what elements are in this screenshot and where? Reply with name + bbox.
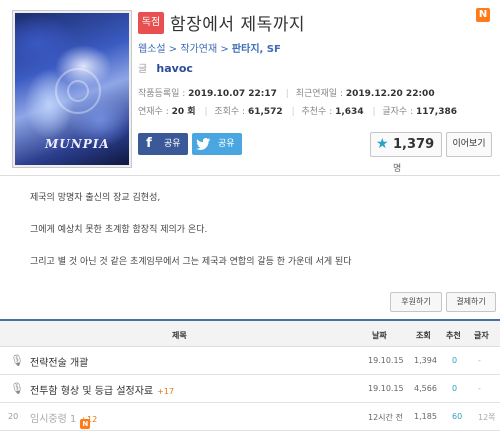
pay-button[interactable]: 결제하기 — [446, 292, 496, 312]
star-icon: ★ — [376, 136, 389, 152]
facebook-share-button[interactable]: f 공유 — [138, 133, 188, 155]
meta-separator: | — [372, 107, 376, 117]
recommend-count: 1,379 — [393, 137, 435, 152]
cover-logo: MUNPIA — [45, 137, 110, 151]
section-divider — [0, 175, 500, 176]
episode-date: 19.10.15 — [368, 384, 404, 393]
episode-title[interactable]: 임시중령 1N+12 — [30, 410, 97, 429]
new-icon: N — [476, 8, 490, 22]
episodes-label: 연재수 : — [138, 107, 169, 117]
comment-count: +17 — [157, 387, 175, 396]
description-line: 그리고 별 것 아닌 것 같은 초계임무에서 그는 제국과 연합의 갈등 한 가… — [30, 257, 352, 267]
episode-number: 20 — [8, 412, 19, 421]
episode-date: 12시간 전 — [368, 413, 403, 422]
meta-dates: 작품등록일 : 2019.10.07 22:17 | 최근연재일 : 2019.… — [138, 86, 437, 99]
meta-stats: 연재수 : 20 회 | 조회수 : 61,572 | 추천수 : 1,634 … — [138, 104, 459, 117]
episode-date: 19.10.15 — [368, 356, 404, 365]
recs-value: 1,634 — [335, 107, 364, 117]
first-date-value: 2019.10.07 22:17 — [188, 89, 277, 99]
description-line: 그에게 예상치 못한 초계함 함장직 제의가 온다. — [30, 225, 208, 235]
microphone-icon: 🎙 — [10, 382, 24, 395]
header-date: 날짜 — [372, 331, 387, 340]
breadcrumb-section[interactable]: 작가연재 — [180, 44, 217, 55]
last-date-value: 2019.12.20 22:00 — [345, 89, 435, 99]
recommend-unit: 명 — [393, 164, 402, 174]
novel-title: 함장에서 제독까지 — [170, 15, 306, 35]
episode-table: 제목 날짜 조회 추천 글자 🎙 전략전술 개괄 19.10.15 1,394 … — [0, 319, 500, 431]
episode-chars: 12쪽 — [478, 413, 496, 422]
recommend-button[interactable]: ★ 1,379 명 — [370, 132, 442, 174]
meta-separator: | — [291, 107, 295, 117]
facebook-share-label: 공유 — [164, 139, 181, 149]
book-cover[interactable]: MUNPIA — [12, 10, 132, 168]
breadcrumb-site[interactable]: 웹소설 — [138, 44, 166, 55]
header-recs: 추천 — [446, 331, 461, 340]
episode-recs: 0 — [452, 356, 458, 365]
microphone-icon: 🎙 — [10, 354, 24, 367]
meta-separator: | — [285, 89, 289, 99]
episode-views: 1,394 — [414, 356, 437, 365]
table-row[interactable]: 20 임시중령 1N+12 12시간 전 1,185 60 12쪽 — [0, 403, 500, 431]
facebook-icon: f — [146, 136, 152, 151]
breadcrumb-separator: > — [168, 44, 181, 55]
continue-reading-button[interactable]: 이어보기 — [446, 132, 492, 157]
episode-chars: - — [478, 384, 481, 393]
episodes-value: 20 회 — [171, 107, 196, 117]
breadcrumb-separator: > — [220, 44, 232, 55]
twitter-bird-icon — [192, 133, 214, 155]
views-value: 61,572 — [247, 107, 283, 117]
episode-views: 1,185 — [414, 412, 437, 421]
header-chars: 글자 — [474, 331, 489, 340]
header-views: 조회 — [416, 331, 431, 340]
twitter-share-button[interactable]: 공유 — [192, 133, 242, 155]
table-row[interactable]: 🎙 전략전술 개괄 19.10.15 1,394 0 - — [0, 347, 500, 375]
sponsor-button[interactable]: 후원하기 — [390, 292, 442, 312]
new-icon: N — [80, 419, 91, 429]
episode-recs: 60 — [452, 412, 463, 421]
recs-label: 추천수 : — [301, 107, 333, 117]
meta-separator: | — [204, 107, 208, 117]
episode-title[interactable]: 전략전술 개괄 — [30, 354, 88, 369]
cover-image: MUNPIA — [15, 13, 129, 165]
breadcrumb-genres[interactable]: 판타지, SF — [232, 44, 281, 55]
last-date-label: 최근연재일 : — [295, 89, 343, 99]
breadcrumb: 웹소설 > 작가연재 > 판타지, SF — [138, 40, 281, 55]
first-date-label: 작품등록일 : — [138, 89, 186, 99]
episode-views: 4,566 — [414, 384, 437, 393]
exclusive-badge: 독점 — [138, 12, 164, 34]
author-label: 글 — [138, 64, 148, 75]
episode-chars: - — [478, 356, 481, 365]
author-row: 글 havoc — [138, 60, 193, 75]
views-label: 조회수 : — [214, 107, 246, 117]
episode-title[interactable]: 전투함 형상 및 등급 설정자료 +17 — [30, 382, 174, 397]
episode-recs: 0 — [452, 384, 458, 393]
table-row[interactable]: 🎙 전투함 형상 및 등급 설정자료 +17 19.10.15 4,566 0 - — [0, 375, 500, 403]
twitter-share-label: 공유 — [218, 139, 235, 149]
author-name[interactable]: havoc — [156, 62, 193, 75]
chars-value: 117,386 — [415, 107, 457, 117]
description-line: 제국의 망명자 출신의 장교 김현성, — [30, 193, 161, 203]
header-title: 제목 — [172, 331, 187, 340]
table-header: 제목 날짜 조회 추천 글자 — [0, 319, 500, 347]
chars-label: 글자수 : — [382, 107, 414, 117]
